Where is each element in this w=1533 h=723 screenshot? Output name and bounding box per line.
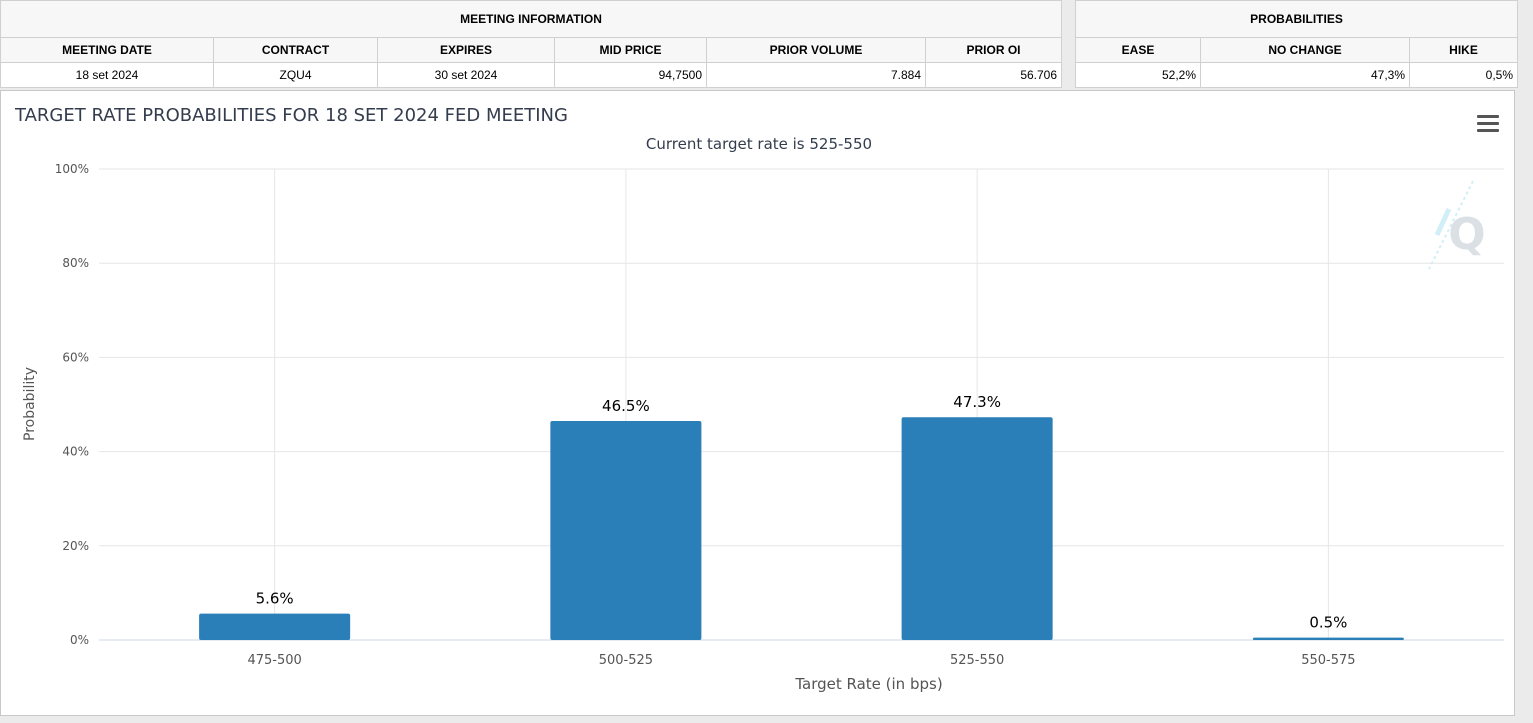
bar-475-500[interactable] (199, 613, 351, 640)
y-tick-label: 20% (62, 539, 89, 553)
table-row: 18 set 2024 ZQU4 30 set 2024 94,7500 7.8… (0, 62, 1063, 88)
data-label-550-575: 0.5% (1309, 614, 1347, 632)
cell-prior-oi: 56.706 (924, 62, 1063, 88)
header-mid-price[interactable]: MID PRICE (554, 37, 707, 63)
y-tick-label: 0% (70, 633, 89, 647)
cell-mid-price: 94,7500 (554, 62, 707, 88)
cell-prior-volume: 7.884 (706, 62, 926, 88)
cell-no-change: 47,3% (1200, 62, 1410, 88)
header-contract[interactable]: CONTRACT (213, 37, 378, 63)
table-row: 52,2% 47,3% 0,5% (1075, 62, 1518, 88)
chart-subtitle: Current target rate is 525-550 (646, 135, 872, 153)
header-meeting-date[interactable]: MEETING DATE (0, 37, 214, 63)
header-prior-volume[interactable]: PRIOR VOLUME (706, 37, 926, 63)
probabilities-table: PROBABILITIES EASE NO CHANGE HIKE 52,2% … (1075, 0, 1518, 88)
cell-contract: ZQU4 (213, 62, 378, 88)
bar-525-550[interactable] (901, 417, 1053, 640)
cell-hike: 0,5% (1409, 62, 1518, 88)
watermark-q-logo-icon: Q (1428, 180, 1486, 270)
x-tick-label: 550-575 (1301, 653, 1355, 668)
data-label-525-550: 47.3% (953, 393, 1001, 411)
y-tick-label: 40% (62, 445, 89, 459)
probability-chart: TARGET RATE PROBABILITIES FOR 18 SET 202… (14, 105, 1504, 693)
probabilities-title: PROBABILITIES (1075, 0, 1518, 38)
cell-ease: 52,2% (1075, 62, 1201, 88)
y-tick-label: 60% (62, 350, 89, 364)
header-prior-oi[interactable]: PRIOR OI (924, 37, 1063, 63)
y-axis-title: Probability (22, 367, 38, 441)
bar-550-575[interactable] (1252, 637, 1404, 640)
y-tick-label: 80% (62, 256, 89, 270)
header-expires[interactable]: EXPIRES (377, 37, 555, 63)
x-tick-label: 500-525 (599, 653, 653, 668)
data-label-475-500: 5.6% (256, 590, 294, 608)
meeting-information-title: MEETING INFORMATION (0, 0, 1063, 38)
cell-expires: 30 set 2024 (377, 62, 555, 88)
meeting-information-table: MEETING INFORMATION MEETING DATE CONTRAC… (0, 0, 1063, 88)
x-axis-title: Target Rate (in bps) (794, 675, 942, 693)
chart-panel: TARGET RATE PROBABILITIES FOR 18 SET 202… (0, 90, 1515, 716)
bar-500-525[interactable] (550, 420, 702, 640)
chart-title: TARGET RATE PROBABILITIES FOR 18 SET 202… (14, 105, 568, 126)
header-no-change[interactable]: NO CHANGE (1200, 37, 1410, 63)
svg-text:Q: Q (1448, 209, 1485, 260)
hamburger-menu-icon[interactable] (1477, 115, 1499, 133)
y-tick-label: 100% (55, 162, 89, 176)
data-label-500-525: 46.5% (602, 397, 650, 415)
x-tick-label: 525-550 (950, 653, 1004, 668)
header-ease[interactable]: EASE (1075, 37, 1201, 63)
cell-meeting-date: 18 set 2024 (0, 62, 214, 88)
header-hike[interactable]: HIKE (1409, 37, 1518, 63)
x-tick-label: 475-500 (247, 653, 301, 668)
